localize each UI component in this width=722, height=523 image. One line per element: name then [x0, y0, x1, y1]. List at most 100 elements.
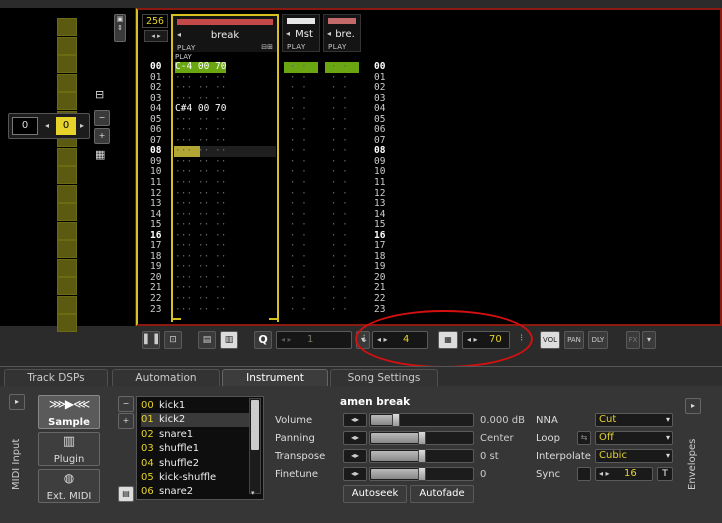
midi-source-button[interactable]: ◍ Ext. MIDI: [38, 469, 100, 503]
track-column-buttons-icon[interactable]: ⊟⊞: [261, 43, 273, 51]
pattern-slot[interactable]: [57, 55, 77, 73]
instrument-list-item[interactable]: 00 kick1: [141, 399, 249, 413]
instrument-list-item[interactable]: 03 shuffle1: [141, 442, 249, 456]
sync-toggle[interactable]: [577, 467, 591, 481]
fx-dropdown-icon[interactable]: ▾: [642, 331, 656, 349]
slider-knob[interactable]: [417, 467, 426, 481]
sync-field[interactable]: ◂ ▸ 16: [595, 467, 653, 481]
pattern-line[interactable]: · ·: [284, 61, 318, 73]
tab-track-dsps[interactable]: Track DSPs: [4, 369, 108, 387]
slider-knob[interactable]: [391, 413, 400, 427]
pattern-line[interactable]: · ·: [325, 61, 359, 73]
tab-instrument-settings[interactable]: Instrument Settings: [222, 369, 328, 400]
loop-dropdown[interactable]: Off ▾: [595, 431, 673, 445]
pan-column-toggle[interactable]: PAN: [564, 331, 584, 349]
plugin-source-button[interactable]: ▥ Plugin: [38, 432, 100, 466]
loop-toggle[interactable]: ⇆: [577, 431, 591, 445]
finetune-slider[interactable]: [369, 467, 474, 481]
track-header-send[interactable]: ◂ bre. PLAY: [323, 14, 361, 52]
pattern-slot[interactable]: [57, 18, 77, 36]
clone-icon[interactable]: ⊟: [95, 88, 104, 101]
sequence-prev-arrow-icon[interactable]: ◂: [45, 121, 49, 130]
sequence-grid-icon[interactable]: ▦: [95, 148, 105, 161]
pattern-slot[interactable]: [57, 92, 77, 110]
panning-slider[interactable]: [369, 431, 474, 445]
tab-automation[interactable]: Automation: [112, 369, 220, 387]
sequence-next-arrow-icon[interactable]: ▸: [80, 121, 84, 130]
pattern-line[interactable]: ··· ·· ··: [175, 177, 226, 189]
add-sequence-button[interactable]: +: [94, 128, 110, 144]
track-header-master[interactable]: ◂ Mst PLAY: [282, 14, 320, 52]
sample-source-button[interactable]: ⋙▶︎⋘ Sample: [38, 395, 100, 429]
panning-stepper[interactable]: ◂▸: [343, 431, 367, 445]
instrument-list-scrollbar[interactable]: [249, 398, 261, 494]
volume-stepper[interactable]: ◂▸: [343, 413, 367, 427]
fx-column-toggle[interactable]: FX: [626, 331, 640, 349]
pattern-slot[interactable]: [57, 203, 77, 221]
midi-input-expand-icon[interactable]: ▸: [9, 394, 25, 410]
pattern-line[interactable]: · ·: [284, 304, 318, 316]
tab-song-settings[interactable]: Song Settings: [330, 369, 438, 387]
instrument-list-item[interactable]: 05 kick-shuffle: [141, 471, 249, 485]
remove-instrument-button[interactable]: −: [118, 396, 134, 412]
pattern-line[interactable]: ··· ·· ··: [175, 304, 226, 316]
quantize-button[interactable]: Q: [254, 331, 272, 349]
autofade-button[interactable]: Autofade: [410, 485, 474, 503]
transpose-stepper[interactable]: ◂▸: [343, 449, 367, 463]
scrollbar-thumb[interactable]: [251, 400, 259, 450]
pattern-slot[interactable]: [57, 240, 77, 258]
pattern-line[interactable]: · ·: [325, 293, 359, 305]
pattern-line[interactable]: · ·: [284, 177, 318, 189]
quantize-field[interactable]: ◂ ▸ 1: [276, 331, 352, 349]
pattern-line[interactable]: · ·: [325, 304, 359, 316]
instrument-list-item[interactable]: 04 shuffle2: [141, 457, 249, 471]
dly-column-toggle[interactable]: DLY: [588, 331, 608, 349]
pattern-slot[interactable]: [57, 295, 77, 314]
pattern-slot[interactable]: [57, 258, 77, 277]
keyboard-icon[interactable]: ▥: [220, 331, 238, 349]
line-count-stepper[interactable]: ◂ ▸: [144, 30, 168, 42]
instrument-list-item[interactable]: 02 snare1: [141, 428, 249, 442]
pattern-slot[interactable]: [57, 277, 77, 295]
pattern-line[interactable]: ··· ·· ··: [175, 293, 226, 305]
pattern-line[interactable]: C-4 00 70: [175, 61, 227, 73]
autoseek-button[interactable]: Autoseek: [343, 485, 407, 503]
pattern-slot[interactable]: [57, 184, 77, 203]
sequence-current-field[interactable]: 0: [56, 117, 76, 135]
track-column-break[interactable]: C-4 00 70 ··· ·· ·· ··· ·· ·· ··· ·· ·· C#4 …: [175, 61, 227, 316]
finetune-stepper[interactable]: ◂▸: [343, 467, 367, 481]
line-count[interactable]: 256: [142, 14, 168, 28]
pattern-slot[interactable]: [57, 166, 77, 184]
nna-dropdown[interactable]: Cut ▾: [595, 413, 673, 427]
instrument-list[interactable]: 00 kick1 01 kick2 02 snare1 03 shuffle1 04 shuffl…: [136, 396, 264, 500]
scroll-down-icon[interactable]: ▾: [251, 489, 255, 497]
pattern-slot[interactable]: [57, 147, 77, 166]
pattern-settings-icon[interactable]: ⊡: [164, 331, 182, 349]
slider-knob[interactable]: [417, 431, 426, 445]
slider-knob[interactable]: [417, 449, 426, 463]
pattern-line[interactable]: · ·: [284, 293, 318, 305]
add-instrument-button[interactable]: +: [118, 413, 134, 429]
pattern-line[interactable]: · ·: [325, 177, 359, 189]
instrument-list-item[interactable]: 01 kick2: [141, 413, 249, 428]
track-column-send[interactable]: · · · · · · · · · · · · · · · · · · · · …: [325, 61, 359, 316]
split-view-icon[interactable]: ▌▐: [142, 331, 160, 349]
sync-tempo-button[interactable]: T: [657, 467, 673, 481]
instrument-list-item[interactable]: 06 snare2: [141, 485, 249, 499]
sequence-left-field[interactable]: 0: [12, 117, 38, 135]
pattern-slot[interactable]: [57, 314, 77, 332]
interpolate-dropdown[interactable]: Cubic ▾: [595, 449, 673, 463]
track-column-master[interactable]: · · · · · · · · · · · · · · · · · · · · …: [284, 61, 318, 316]
pattern-slot[interactable]: [57, 36, 77, 55]
transpose-slider[interactable]: [369, 449, 474, 463]
envelopes-expand-icon[interactable]: ▸: [685, 398, 701, 414]
matrix-options-icon[interactable]: ▣ ⇕: [114, 14, 126, 42]
pattern-slot[interactable]: [57, 73, 77, 92]
pattern-slot[interactable]: [57, 221, 77, 240]
follow-icon[interactable]: ▤: [198, 331, 216, 349]
sync-stepper-icon[interactable]: ◂ ▸: [599, 469, 610, 478]
volume-slider[interactable]: [369, 413, 474, 427]
quantize-stepper-icon[interactable]: ◂ ▸: [281, 332, 292, 348]
vol-column-toggle[interactable]: VOL: [540, 331, 560, 349]
remove-sequence-button[interactable]: −: [94, 110, 110, 126]
